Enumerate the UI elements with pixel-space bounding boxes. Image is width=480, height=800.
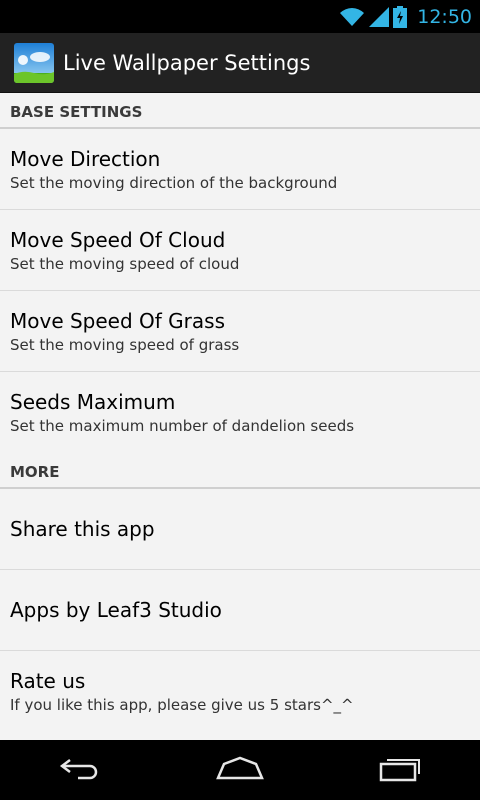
back-icon <box>58 756 102 784</box>
back-button[interactable] <box>40 740 120 800</box>
category-header-more: MORE <box>0 453 480 489</box>
status-icons: 12:50 <box>339 0 472 33</box>
pref-summary: Set the maximum number of dandelion seed… <box>10 417 355 435</box>
pref-apps-by-leaf3-studio[interactable]: Apps by Leaf3 Studio <box>0 570 480 651</box>
pref-title: Move Speed Of Grass <box>10 308 225 333</box>
category-label: MORE <box>10 463 60 481</box>
pref-title: Share this app <box>10 517 155 541</box>
settings-list: BASE SETTINGS Move Direction Set the mov… <box>0 93 480 740</box>
pref-move-speed-of-grass[interactable]: Move Speed Of Grass Set the moving speed… <box>0 291 480 372</box>
signal-icon <box>369 6 390 27</box>
home-button[interactable] <box>200 740 280 800</box>
pref-title: Move Speed Of Cloud <box>10 227 226 252</box>
clock: 12:50 <box>417 5 472 28</box>
action-bar: Live Wallpaper Settings <box>0 33 480 93</box>
navigation-bar <box>0 740 480 800</box>
pref-title: Seeds Maximum <box>10 390 176 414</box>
pref-summary: Set the moving direction of the backgrou… <box>10 173 338 192</box>
page-title: Live Wallpaper Settings <box>63 50 311 75</box>
pref-title: Move Direction <box>10 146 161 171</box>
pref-title: Rate us <box>10 669 86 693</box>
pref-share-this-app[interactable]: Share this app <box>0 489 480 570</box>
app-icon[interactable] <box>14 42 54 83</box>
wifi-icon <box>339 7 365 27</box>
pref-summary: If you like this app, please give us 5 s… <box>10 696 354 714</box>
recent-apps-button[interactable] <box>360 740 440 800</box>
pref-summary: Set the moving speed of grass <box>10 335 240 354</box>
battery-charging-icon <box>393 5 408 28</box>
status-bar: 12:50 <box>0 0 480 33</box>
pref-rate-us[interactable]: Rate us If you like this app, please giv… <box>0 651 480 732</box>
pref-summary: Set the moving speed of cloud <box>10 254 240 273</box>
category-header-base-settings: BASE SETTINGS <box>0 93 480 129</box>
recent-apps-icon <box>377 754 423 786</box>
home-icon <box>216 756 264 784</box>
pref-move-speed-of-cloud[interactable]: Move Speed Of Cloud Set the moving speed… <box>0 210 480 291</box>
category-label: BASE SETTINGS <box>10 103 143 121</box>
pref-title: Apps by Leaf3 Studio <box>10 598 222 622</box>
pref-move-direction[interactable]: Move Direction Set the moving direction … <box>0 129 480 210</box>
pref-seeds-maximum[interactable]: Seeds Maximum Set the maximum number of … <box>0 372 480 453</box>
